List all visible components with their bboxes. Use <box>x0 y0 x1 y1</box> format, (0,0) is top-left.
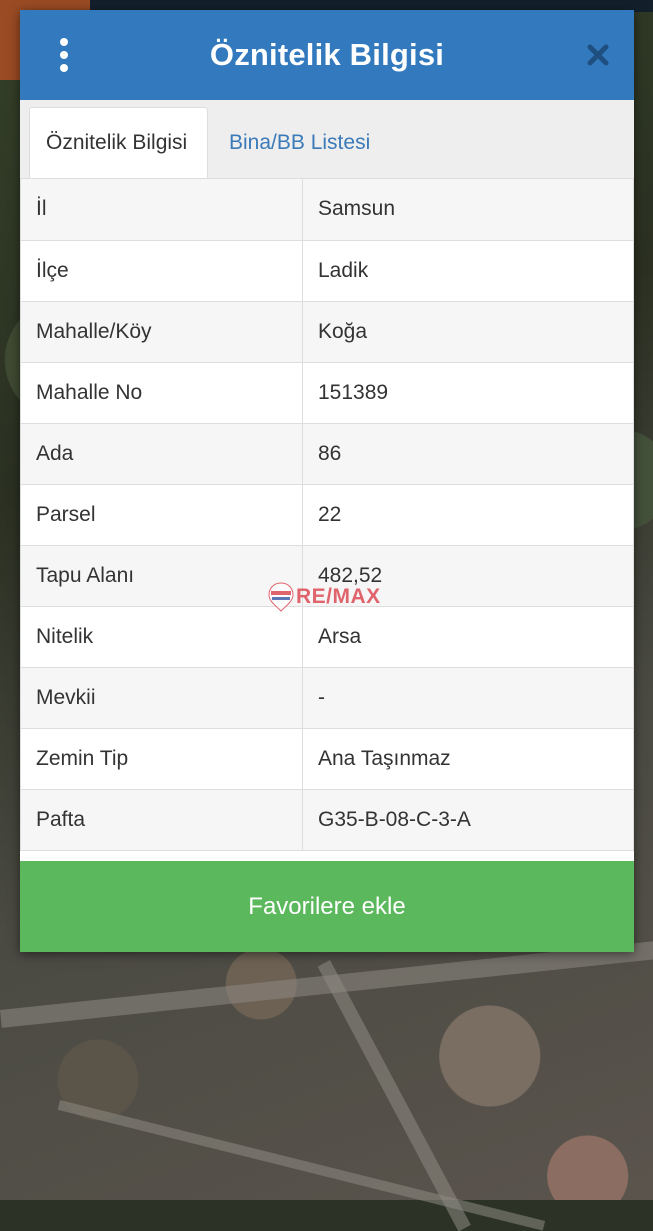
table-row: Mevkii - <box>20 666 634 729</box>
table-row: Zemin Tip Ana Taşınmaz <box>20 727 634 790</box>
table-row: İl Samsun <box>20 179 634 241</box>
attribute-value: Ladik <box>302 239 634 302</box>
attribute-value: Arsa <box>302 605 634 668</box>
attribute-value: 482,52 <box>302 544 634 607</box>
attribute-key: Nitelik <box>20 605 303 668</box>
attribute-value: Koğa <box>302 300 634 363</box>
close-icon[interactable] <box>586 43 610 67</box>
tab-attribute-info[interactable]: Öznitelik Bilgisi <box>29 107 208 178</box>
attribute-value: 86 <box>302 422 634 485</box>
attribute-table: İl Samsun İlçe Ladik Mahalle/Köy Koğa Mahalle … <box>20 179 634 851</box>
table-row: İlçe Ladik <box>20 239 634 302</box>
attribute-value: Ana Taşınmaz <box>302 727 634 790</box>
attribute-value: 22 <box>302 483 634 546</box>
table-row: Tapu Alanı 482,52 <box>20 544 634 607</box>
table-row: Mahalle No 151389 <box>20 361 634 424</box>
table-row: Pafta G35-B-08-C-3-A <box>20 788 634 851</box>
tab-bar: Öznitelik Bilgisi Bina/BB Listesi <box>20 100 634 179</box>
attribute-key: Ada <box>20 422 303 485</box>
attribute-key: İlçe <box>20 239 303 302</box>
table-row: Mahalle/Köy Koğa <box>20 300 634 363</box>
attribute-value: Samsun <box>302 179 634 241</box>
attribute-key: İl <box>20 179 303 241</box>
attribute-key: Zemin Tip <box>20 727 303 790</box>
more-vertical-icon[interactable] <box>54 38 74 72</box>
table-row: Ada 86 <box>20 422 634 485</box>
dialog-title: Öznitelik Bilgisi <box>209 37 445 72</box>
attribute-value: G35-B-08-C-3-A <box>302 788 634 851</box>
attribute-value: - <box>302 666 634 729</box>
attribute-key: Parsel <box>20 483 303 546</box>
attribute-key: Mahalle/Köy <box>20 300 303 363</box>
table-row: Parsel 22 <box>20 483 634 546</box>
table-row: Nitelik Arsa <box>20 605 634 668</box>
attribute-key: Mevkii <box>20 666 303 729</box>
attribute-key: Mahalle No <box>20 361 303 424</box>
attribute-dialog: Öznitelik Bilgisi Öznitelik Bilgisi Bina… <box>20 10 634 952</box>
attribute-key: Pafta <box>20 788 303 851</box>
attribute-key: Tapu Alanı <box>20 544 303 607</box>
add-to-favorites-button[interactable]: Favorilere ekle <box>20 861 634 952</box>
tab-building-list[interactable]: Bina/BB Listesi <box>213 107 386 178</box>
attribute-value: 151389 <box>302 361 634 424</box>
dialog-header: Öznitelik Bilgisi <box>20 10 634 100</box>
